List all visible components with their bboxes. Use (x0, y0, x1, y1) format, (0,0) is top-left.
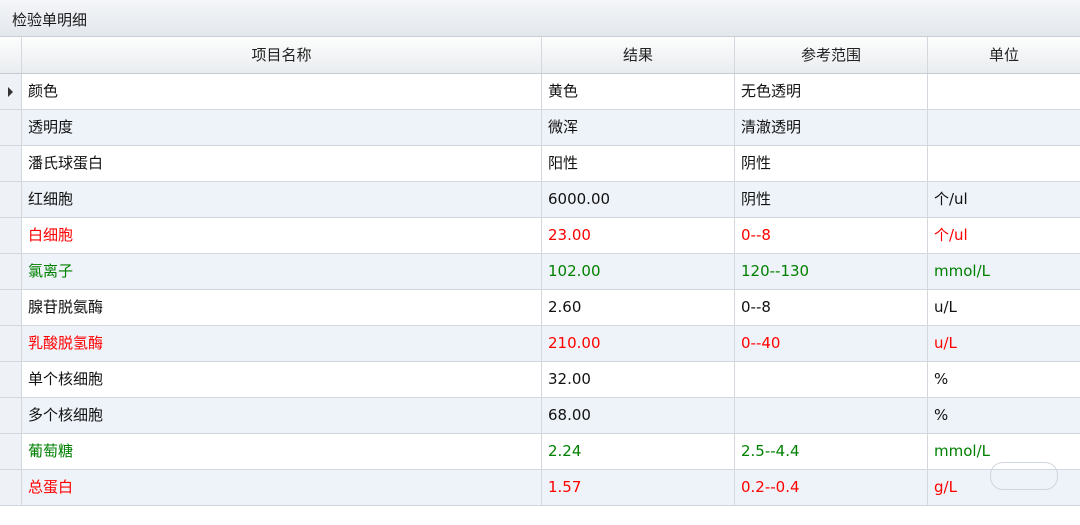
cell-item-name[interactable]: 腺苷脱氨酶 (22, 290, 542, 325)
grid-header: 项目名称 结果 参考范围 单位 (0, 37, 1080, 74)
cell-reference-range[interactable]: 阴性 (735, 182, 928, 217)
cell-result[interactable]: 102.00 (542, 254, 735, 289)
table-row[interactable]: 氯离子 102.00 120--130 mmol/L (0, 254, 1080, 290)
cell-result[interactable]: 黄色 (542, 74, 735, 109)
panel-title-bar: 检验单明细 (0, 0, 1080, 37)
cell-unit[interactable] (928, 146, 1080, 181)
watermark-logo (990, 462, 1058, 490)
cell-unit[interactable]: 个/ul (928, 182, 1080, 217)
cell-item-name[interactable]: 葡萄糖 (22, 434, 542, 469)
cell-unit[interactable]: mmol/L (928, 254, 1080, 289)
cell-unit[interactable]: % (928, 362, 1080, 397)
row-indicator-cell[interactable] (0, 146, 22, 181)
table-row[interactable]: 潘氏球蛋白 阳性 阴性 (0, 146, 1080, 182)
cell-item-name[interactable]: 白细胞 (22, 218, 542, 253)
cell-reference-range[interactable]: 阴性 (735, 146, 928, 181)
cell-unit[interactable]: u/L (928, 290, 1080, 325)
table-row[interactable]: 多个核细胞 68.00% (0, 398, 1080, 434)
row-indicator-cell[interactable] (0, 218, 22, 253)
row-indicator-cell[interactable] (0, 110, 22, 145)
cell-item-name[interactable]: 潘氏球蛋白 (22, 146, 542, 181)
current-row-arrow-icon (8, 87, 13, 97)
cell-result[interactable]: 2.60 (542, 290, 735, 325)
cell-result[interactable]: 1.57 (542, 470, 735, 505)
cell-unit[interactable]: u/L (928, 326, 1080, 361)
row-indicator-cell[interactable] (0, 74, 22, 109)
cell-item-name[interactable]: 颜色 (22, 74, 542, 109)
cell-item-name[interactable]: 乳酸脱氢酶 (22, 326, 542, 361)
header-reference-range[interactable]: 参考范围 (735, 37, 928, 73)
cell-item-name[interactable]: 红细胞 (22, 182, 542, 217)
cell-reference-range[interactable]: 0--8 (735, 218, 928, 253)
cell-reference-range[interactable]: 120--130 (735, 254, 928, 289)
cell-item-name[interactable]: 总蛋白 (22, 470, 542, 505)
row-indicator-cell[interactable] (0, 362, 22, 397)
cell-reference-range[interactable]: 无色透明 (735, 74, 928, 109)
header-item-name[interactable]: 项目名称 (22, 37, 542, 73)
row-indicator-cell[interactable] (0, 290, 22, 325)
cell-unit[interactable]: 个/ul (928, 218, 1080, 253)
cell-reference-range[interactable]: 清澈透明 (735, 110, 928, 145)
header-result[interactable]: 结果 (542, 37, 735, 73)
cell-reference-range[interactable]: 0.2--0.4 (735, 470, 928, 505)
header-indicator-cell (0, 37, 22, 73)
cell-item-name[interactable]: 透明度 (22, 110, 542, 145)
table-row[interactable]: 红细胞 6000.00 阴性 个/ul (0, 182, 1080, 218)
cell-item-name[interactable]: 单个核细胞 (22, 362, 542, 397)
cell-reference-range[interactable]: 0--40 (735, 326, 928, 361)
table-row[interactable]: 透明度 微浑 清澈透明 (0, 110, 1080, 146)
cell-reference-range[interactable]: 0--8 (735, 290, 928, 325)
cell-result[interactable]: 23.00 (542, 218, 735, 253)
cell-result[interactable]: 6000.00 (542, 182, 735, 217)
cell-result[interactable]: 2.24 (542, 434, 735, 469)
cell-result[interactable]: 阳性 (542, 146, 735, 181)
header-unit[interactable]: 单位 (928, 37, 1080, 73)
row-indicator-cell[interactable] (0, 254, 22, 289)
cell-result[interactable]: 68.00 (542, 398, 735, 433)
cell-reference-range[interactable] (735, 398, 928, 433)
table-row[interactable]: 乳酸脱氢酶 210.00 0--40 u/L (0, 326, 1080, 362)
table-row[interactable]: 总蛋白 1.57 0.2--0.4 g/L (0, 470, 1080, 506)
cell-result[interactable]: 210.00 (542, 326, 735, 361)
cell-result[interactable]: 微浑 (542, 110, 735, 145)
cell-reference-range[interactable] (735, 362, 928, 397)
row-indicator-cell[interactable] (0, 470, 22, 505)
row-indicator-cell[interactable] (0, 182, 22, 217)
cell-result[interactable]: 32.00 (542, 362, 735, 397)
cell-reference-range[interactable]: 2.5--4.4 (735, 434, 928, 469)
cell-item-name[interactable]: 氯离子 (22, 254, 542, 289)
cell-unit[interactable]: % (928, 398, 1080, 433)
table-row[interactable]: 颜色 黄色 无色透明 (0, 74, 1080, 110)
table-row[interactable]: 单个核细胞 32.00% (0, 362, 1080, 398)
table-row[interactable]: 腺苷脱氨酶 2.60 0--8 u/L (0, 290, 1080, 326)
row-indicator-cell[interactable] (0, 434, 22, 469)
cell-item-name[interactable]: 多个核细胞 (22, 398, 542, 433)
table-row[interactable]: 葡萄糖 2.24 2.5--4.4 mmol/L (0, 434, 1080, 470)
table-row[interactable]: 白细胞 23.00 0--8 个/ul (0, 218, 1080, 254)
row-indicator-cell[interactable] (0, 326, 22, 361)
panel-title: 检验单明细 (12, 11, 88, 29)
grid-body: 颜色 黄色 无色透明 透明度 微浑 清澈透明 潘氏球蛋白 阳性 阴性 红细胞 6000.00 阴性 个/… (0, 74, 1080, 506)
cell-unit[interactable] (928, 74, 1080, 109)
row-indicator-cell[interactable] (0, 398, 22, 433)
cell-unit[interactable] (928, 110, 1080, 145)
